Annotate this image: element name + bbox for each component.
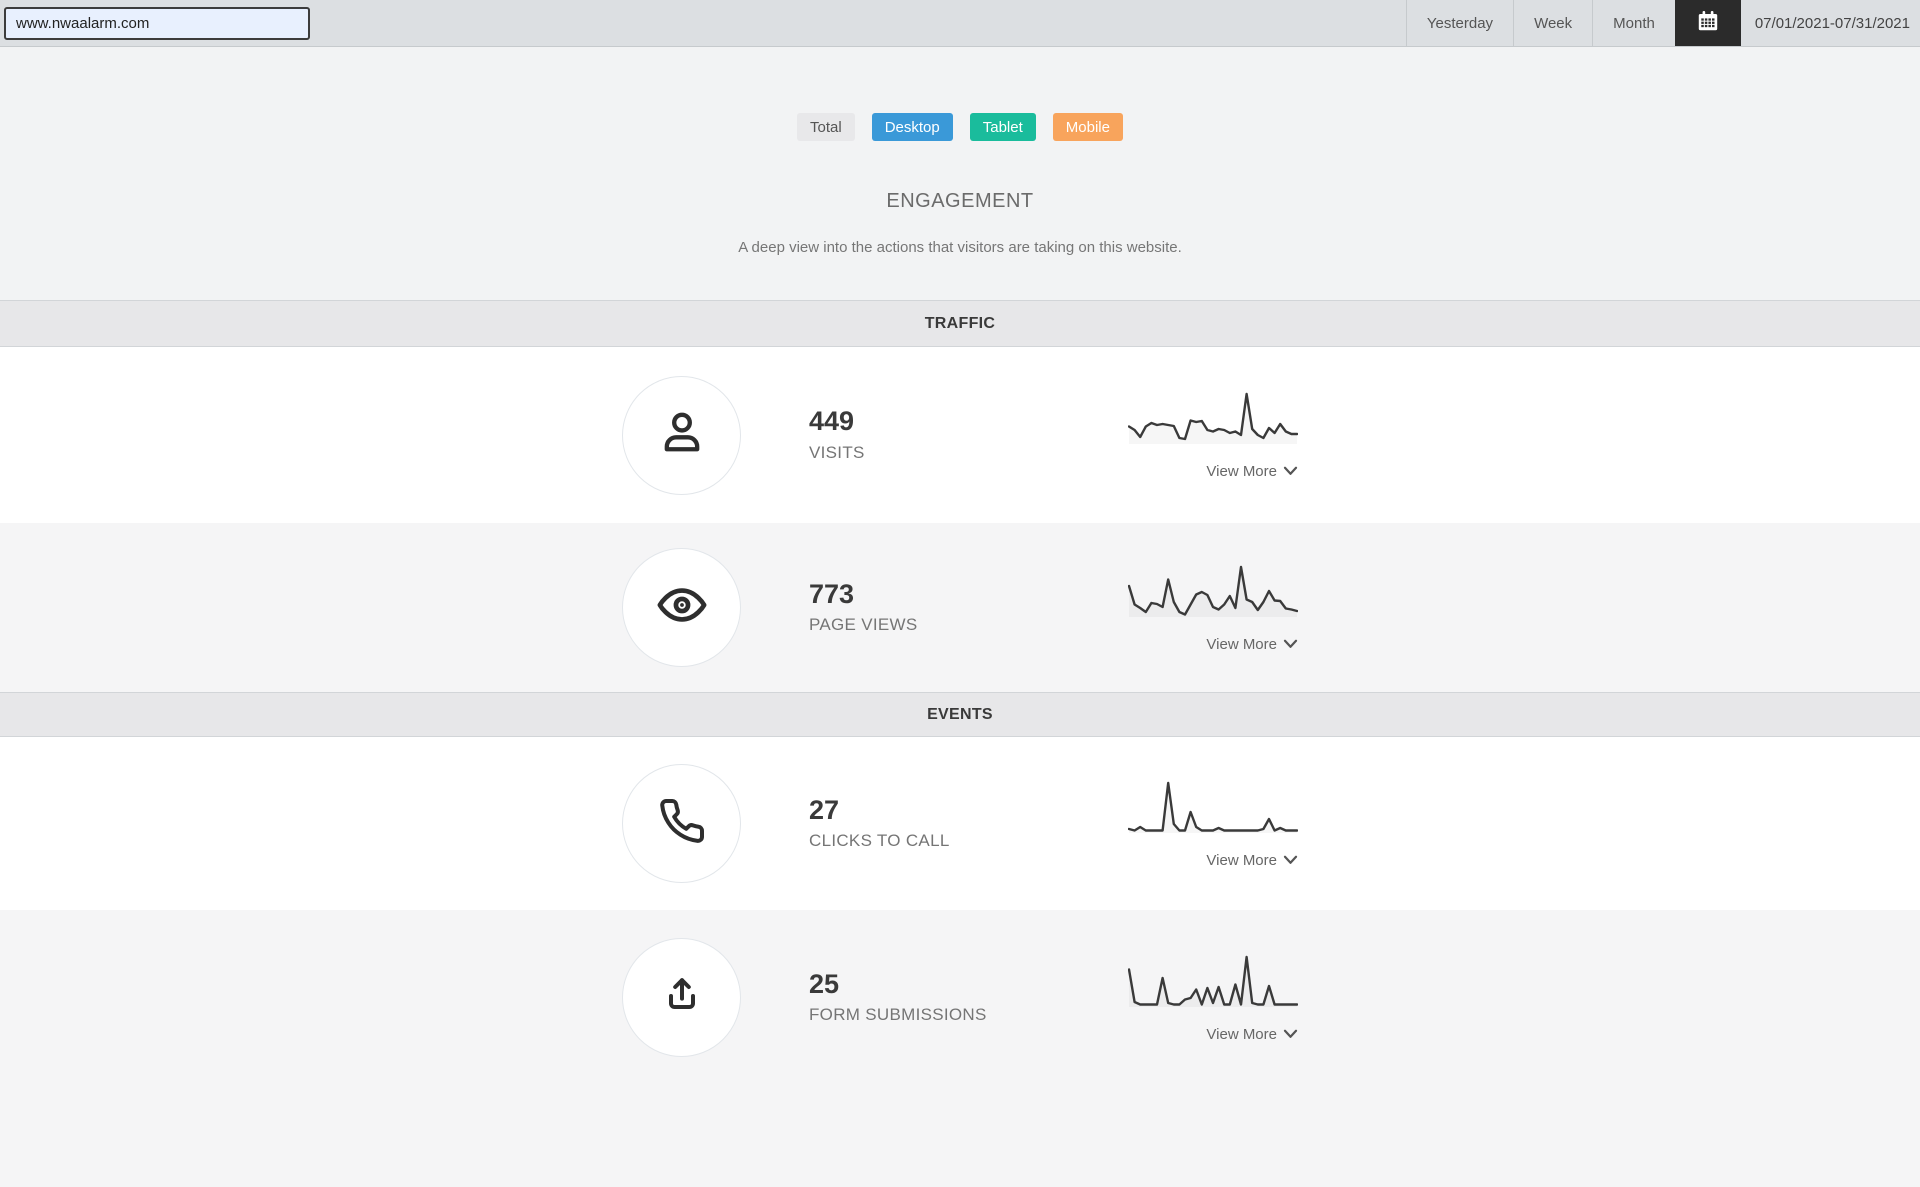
- page-title: ENGAGEMENT: [886, 190, 1034, 212]
- filter-desktop-button[interactable]: Desktop: [871, 113, 953, 141]
- spark-block: View More: [1128, 778, 1298, 870]
- section-header-traffic: TRAFFIC: [0, 300, 1920, 347]
- view-more-visits[interactable]: View More: [1128, 462, 1298, 481]
- filter-mobile-button[interactable]: Mobile: [1052, 113, 1123, 141]
- top-bar: Yesterday Week Month 07/01/2021-07/31/20…: [0, 0, 1920, 47]
- metric-text: 27 CLICKS TO CALL: [809, 794, 950, 852]
- metric-value: 449: [809, 406, 855, 437]
- section-title: EVENTS: [927, 705, 993, 723]
- metric-icon-circle: [622, 938, 741, 1057]
- metric-text: 25 FORM SUBMISSIONS: [809, 968, 987, 1026]
- chevron-down-icon: [1283, 1025, 1298, 1044]
- metric-label: FORM SUBMISSIONS: [809, 1005, 987, 1025]
- section-title: TRAFFIC: [924, 314, 996, 332]
- filter-tablet-button[interactable]: Tablet: [969, 113, 1036, 141]
- device-filter-group: Total Desktop Tablet Mobile: [0, 113, 1920, 141]
- metric-value: 773: [809, 578, 855, 609]
- metric-icon-circle: [622, 375, 741, 495]
- spark-block: View More: [1128, 952, 1298, 1044]
- metric-text: 773 PAGE VIEWS: [809, 578, 918, 636]
- view-more-label: View More: [1206, 1025, 1277, 1043]
- metric-value: 27: [809, 794, 840, 825]
- view-more-clicks-to-call[interactable]: View More: [1128, 851, 1298, 870]
- user-icon: [656, 407, 708, 464]
- chevron-down-icon: [1283, 851, 1298, 870]
- view-more-label: View More: [1206, 463, 1277, 480]
- tab-yesterday[interactable]: Yesterday: [1405, 0, 1513, 46]
- metric-row-form-submissions: 25 FORM SUBMISSIONS View More: [0, 910, 1920, 1085]
- view-more-page-views[interactable]: View More: [1128, 635, 1298, 654]
- url-input[interactable]: [4, 7, 310, 40]
- page-subtitle: A deep view into the actions that visito…: [738, 239, 1182, 256]
- tab-week[interactable]: Week: [1513, 0, 1592, 46]
- form-submissions-sparkline: [1128, 955, 1298, 1006]
- phone-icon: [658, 797, 706, 850]
- metric-icon-circle: [622, 548, 741, 667]
- engagement-header-area: Total Desktop Tablet Mobile ENGAGEMENT A…: [0, 47, 1920, 300]
- metric-icon-circle: [622, 764, 741, 883]
- calendar-picker-button[interactable]: [1674, 0, 1741, 46]
- metric-row-visits: 449 VISITS View More: [0, 347, 1920, 523]
- chevron-down-icon: [1283, 635, 1298, 654]
- chevron-down-icon: [1283, 462, 1298, 481]
- metric-row-page-views: 773 PAGE VIEWS View More: [0, 523, 1920, 692]
- bottom-filler: [0, 1085, 1920, 1182]
- eye-icon: [654, 577, 710, 638]
- date-range-controls: Yesterday Week Month 07/01/2021-07/31/20…: [1405, 0, 1920, 46]
- view-more-label: View More: [1206, 851, 1277, 869]
- metric-value: 25: [809, 968, 840, 999]
- metric-label: VISITS: [809, 442, 865, 462]
- metric-label: PAGE VIEWS: [809, 615, 918, 635]
- date-range-display: 07/01/2021-07/31/2021: [1754, 14, 1910, 32]
- view-more-form-submissions[interactable]: View More: [1128, 1025, 1298, 1044]
- tab-month[interactable]: Month: [1592, 0, 1675, 46]
- clicks-to-call-sparkline: [1128, 781, 1298, 832]
- visits-sparkline: [1128, 392, 1298, 441]
- spark-block: View More: [1128, 389, 1298, 481]
- spark-block: View More: [1128, 562, 1298, 654]
- upload-icon: [658, 971, 706, 1024]
- filter-total-button[interactable]: Total: [797, 113, 855, 141]
- page-views-sparkline: [1128, 565, 1298, 616]
- metric-text: 449 VISITS: [809, 406, 865, 463]
- calendar-icon: [1695, 8, 1721, 39]
- view-more-label: View More: [1206, 635, 1277, 653]
- metric-row-clicks-to-call: 27 CLICKS TO CALL View More: [0, 737, 1920, 910]
- section-header-events: EVENTS: [0, 692, 1920, 737]
- metric-label: CLICKS TO CALL: [809, 831, 950, 851]
